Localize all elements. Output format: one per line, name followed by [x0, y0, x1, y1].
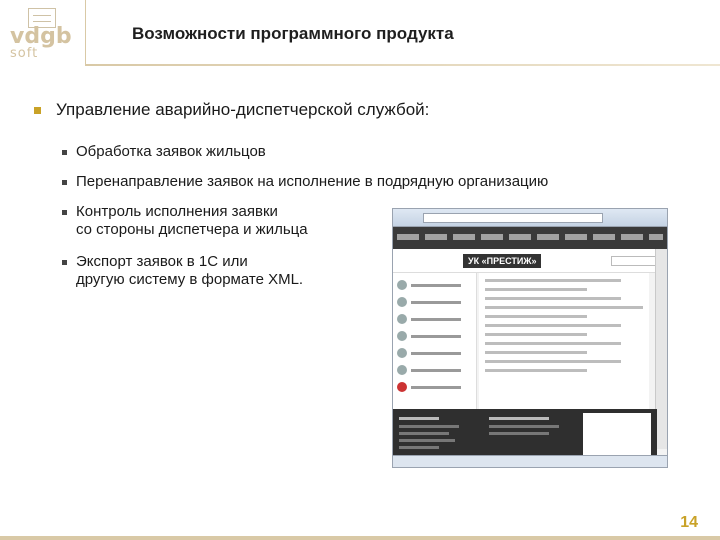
- sub-bullet-text-line1: Экспорт заявок в 1С или: [76, 253, 248, 270]
- footer-bar: [0, 536, 720, 540]
- footer-heading-placeholder: [399, 417, 439, 420]
- text-placeholder: [411, 368, 461, 372]
- step-circle-icon: [397, 365, 407, 375]
- step-circle-icon: [397, 314, 407, 324]
- text-placeholder: [485, 369, 587, 372]
- sub-bullet-icon: [62, 210, 67, 215]
- text-placeholder: [489, 425, 559, 428]
- text-placeholder: [485, 342, 621, 345]
- sub-bullet-text-line2: со стороны диспетчера и жильца: [76, 221, 308, 238]
- slide-title: Возможности программного продукта: [132, 24, 454, 43]
- site-step: [397, 365, 472, 375]
- text-placeholder: [485, 279, 621, 282]
- text-placeholder: [411, 300, 461, 304]
- text-placeholder: [485, 288, 587, 291]
- site-logo: УК «ПРЕСТИЖ»: [463, 254, 542, 268]
- text-placeholder: [399, 446, 439, 449]
- text-placeholder: [399, 425, 459, 428]
- logo-subtitle: soft: [10, 46, 39, 61]
- browser-status-bar: [393, 455, 667, 467]
- header-divider: [86, 64, 720, 66]
- site-left-column: [393, 273, 477, 409]
- sub-bullet-3: Контроль исполнения заявки со стороны ди…: [62, 203, 308, 239]
- site-footer: [393, 409, 657, 457]
- step-circle-icon: [397, 348, 407, 358]
- site-menu-placeholder: [397, 234, 663, 240]
- page-number: 14: [680, 514, 698, 531]
- step-circle-icon: [397, 280, 407, 290]
- address-bar: [423, 213, 603, 223]
- site-main-column: [479, 273, 649, 409]
- sub-bullet-text: Обработка заявок жильцов: [76, 143, 266, 160]
- main-bullet-text: Управление аварийно-диспетчерской службо…: [56, 100, 430, 119]
- slide-header: vdgb soft Возможности программного проду…: [0, 0, 720, 68]
- step-circle-icon: [397, 297, 407, 307]
- site-top-menu: [393, 227, 667, 249]
- text-placeholder: [485, 360, 621, 363]
- square-bullet-icon: [34, 107, 41, 114]
- text-placeholder: [489, 432, 549, 435]
- step-circle-icon: [397, 331, 407, 341]
- text-placeholder: [411, 317, 461, 321]
- site-step: [397, 331, 472, 341]
- site-step: [397, 297, 472, 307]
- site-header-band: УК «ПРЕСТИЖ»: [393, 249, 667, 273]
- browser-toolbar: [393, 209, 667, 227]
- site-step: [397, 314, 472, 324]
- sub-bullet-text: Перенаправление заявок на исполнение в п…: [76, 173, 549, 190]
- site-step: [397, 348, 472, 358]
- text-placeholder: [399, 439, 455, 442]
- text-placeholder: [411, 334, 461, 338]
- sub-bullet-text-line2: другую систему в формате XML.: [76, 271, 304, 288]
- sub-bullet-icon: [62, 180, 67, 185]
- sub-bullet-1: Обработка заявок жильцов: [62, 143, 266, 161]
- text-placeholder: [485, 333, 587, 336]
- sub-bullet-4: Экспорт заявок в 1С или другую систему в…: [62, 253, 303, 289]
- website-screenshot: УК «ПРЕСТИЖ»: [392, 208, 668, 468]
- text-placeholder: [411, 351, 461, 355]
- step-circle-icon: [397, 382, 407, 392]
- footer-heading-placeholder: [489, 417, 549, 420]
- site-step: [397, 382, 472, 392]
- site-search-box: [611, 256, 659, 266]
- text-placeholder: [411, 283, 461, 287]
- text-placeholder: [411, 385, 461, 389]
- text-placeholder: [399, 432, 449, 435]
- site-step: [397, 280, 472, 290]
- footer-map-box: [583, 413, 651, 455]
- text-placeholder: [485, 351, 587, 354]
- sub-bullet-icon: [62, 150, 67, 155]
- text-placeholder: [485, 315, 587, 318]
- header-divider-vertical: [85, 0, 86, 66]
- sub-bullet-2: Перенаправление заявок на исполнение в п…: [62, 173, 548, 191]
- text-placeholder: [485, 297, 621, 300]
- text-placeholder: [485, 306, 643, 309]
- text-placeholder: [485, 324, 621, 327]
- sub-bullet-text-line1: Контроль исполнения заявки: [76, 203, 278, 220]
- sub-bullet-icon: [62, 260, 67, 265]
- vdgb-logo: vdgb soft: [6, 6, 76, 62]
